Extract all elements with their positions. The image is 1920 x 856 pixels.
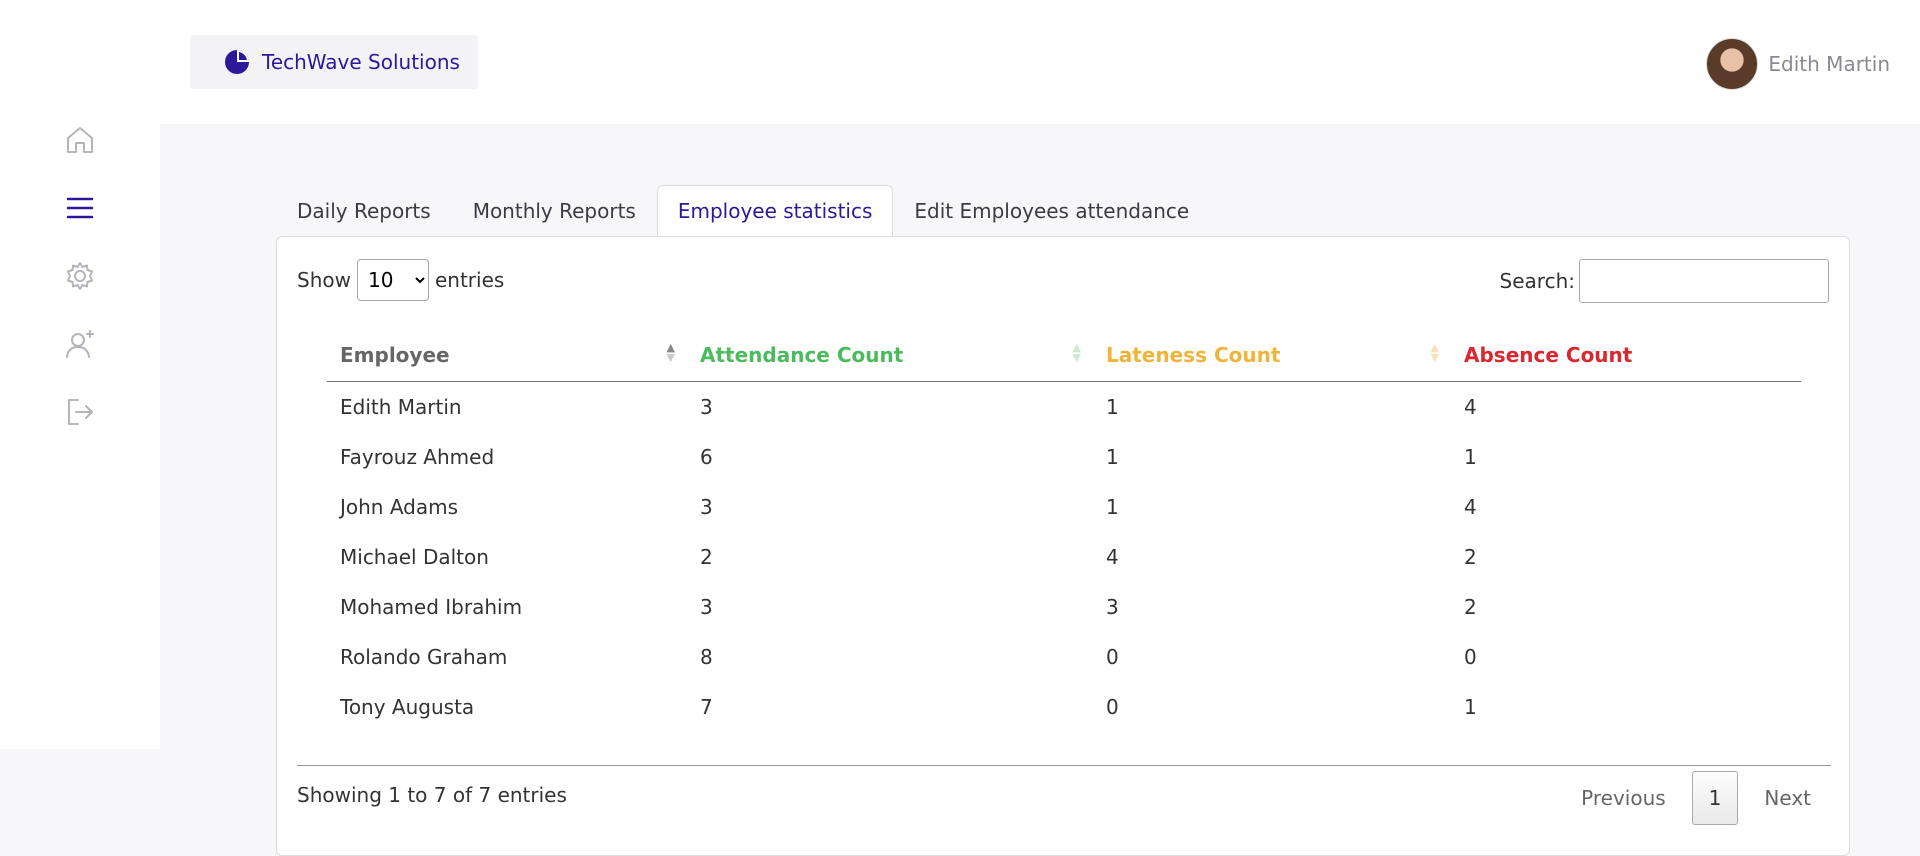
column-header-label: Lateness Count — [1106, 343, 1281, 367]
statistics-panel: Show 10 entries Search: Employee ▲ ▼ Atte… — [276, 236, 1850, 856]
gear-icon[interactable] — [62, 258, 98, 294]
attendance-cell: 3 — [700, 495, 713, 519]
lateness-cell: 0 — [1106, 645, 1119, 669]
attendance-cell: 7 — [700, 695, 713, 719]
tab-daily-reports[interactable]: Daily Reports — [276, 185, 452, 237]
lateness-cell: 1 — [1106, 495, 1119, 519]
table-footer-divider — [297, 765, 1831, 766]
column-header-label: Employee — [340, 343, 450, 367]
table-row: Mohamed Ibrahim 3 3 2 — [327, 582, 1801, 632]
sort-icon: ▲ ▼ — [1430, 341, 1439, 364]
table-row: Rolando Graham 8 0 0 — [327, 632, 1801, 682]
attendance-cell: 3 — [700, 395, 713, 419]
previous-button[interactable]: Previous — [1563, 772, 1684, 824]
employee-cell: Fayrouz Ahmed — [340, 445, 495, 469]
sort-icon: ▲ ▼ — [1072, 341, 1081, 364]
lateness-cell: 3 — [1106, 595, 1119, 619]
absence-cell: 4 — [1464, 395, 1477, 419]
employee-cell: John Adams — [340, 495, 459, 519]
user-name: Edith Martin — [1768, 52, 1890, 76]
entries-label: entries — [434, 268, 505, 292]
table-row: Tony Augusta 7 0 1 — [327, 682, 1801, 732]
column-header-label: Absence Count — [1464, 343, 1633, 367]
lateness-cell: 0 — [1106, 695, 1119, 719]
table-row: John Adams 3 1 4 — [327, 482, 1801, 532]
search-input[interactable] — [1579, 259, 1829, 303]
pagination: Previous 1 Next — [1563, 771, 1829, 825]
table-row: Fayrouz Ahmed 6 1 1 — [327, 432, 1801, 482]
attendance-cell: 3 — [700, 595, 713, 619]
employee-cell: Edith Martin — [340, 395, 462, 419]
column-header-lateness[interactable]: Lateness Count ▲ ▼ — [1093, 329, 1451, 382]
absence-cell: 2 — [1464, 595, 1477, 619]
employee-statistics-table: Employee ▲ ▼ Attendance Count ▲ ▼ Lateness… — [327, 329, 1801, 732]
column-header-employee[interactable]: Employee ▲ ▼ — [327, 329, 687, 382]
page-size-control: Show 10 entries — [297, 259, 504, 301]
tab-monthly-reports[interactable]: Monthly Reports — [452, 185, 657, 237]
table-info: Showing 1 to 7 of 7 entries — [297, 783, 567, 807]
table-row: Edith Martin 3 1 4 — [327, 382, 1801, 433]
absence-cell: 4 — [1464, 495, 1477, 519]
lateness-cell: 1 — [1106, 445, 1119, 469]
employee-cell: Michael Dalton — [340, 545, 489, 569]
pie-chart-icon — [225, 50, 249, 74]
table-row: Michael Dalton 2 4 2 — [327, 532, 1801, 582]
menu-icon[interactable] — [62, 190, 98, 226]
sort-icon: ▲ ▼ — [666, 341, 675, 364]
absence-cell: 2 — [1464, 545, 1477, 569]
user-menu[interactable]: Edith Martin — [1706, 38, 1890, 90]
add-user-icon[interactable] — [62, 326, 98, 362]
lateness-cell: 4 — [1106, 545, 1119, 569]
column-header-label: Attendance Count — [700, 343, 904, 367]
employee-cell: Rolando Graham — [340, 645, 508, 669]
lateness-cell: 1 — [1106, 395, 1119, 419]
employee-cell: Tony Augusta — [340, 695, 475, 719]
absence-cell: 1 — [1464, 445, 1477, 469]
page-button-current[interactable]: 1 — [1691, 771, 1739, 825]
search-label: Search: — [1499, 269, 1575, 293]
show-label: Show — [297, 268, 351, 292]
logout-icon[interactable] — [62, 394, 98, 430]
next-button[interactable]: Next — [1746, 772, 1829, 824]
avatar[interactable] — [1706, 38, 1759, 90]
tab-employee-statistics[interactable]: Employee statistics — [656, 185, 894, 237]
column-header-absence[interactable]: Absence Count — [1451, 329, 1801, 382]
home-icon[interactable] — [62, 122, 98, 158]
column-header-attendance[interactable]: Attendance Count ▲ ▼ — [687, 329, 1093, 382]
brand-name: TechWave Solutions — [262, 50, 460, 74]
attendance-cell: 6 — [700, 445, 713, 469]
absence-cell: 0 — [1464, 645, 1477, 669]
report-tabs: Daily Reports Monthly Reports Employee s… — [276, 185, 1210, 237]
absence-cell: 1 — [1464, 695, 1477, 719]
tab-edit-employees-attendance[interactable]: Edit Employees attendance — [893, 185, 1210, 237]
search-control: Search: — [1500, 259, 1829, 303]
brand-logo[interactable]: TechWave Solutions — [190, 35, 478, 89]
table-header-row: Employee ▲ ▼ Attendance Count ▲ ▼ Lateness… — [327, 329, 1801, 382]
attendance-cell: 8 — [700, 645, 713, 669]
employee-cell: Mohamed Ibrahim — [340, 595, 523, 619]
page-size-select[interactable]: 10 — [356, 259, 429, 301]
attendance-cell: 2 — [700, 545, 713, 569]
